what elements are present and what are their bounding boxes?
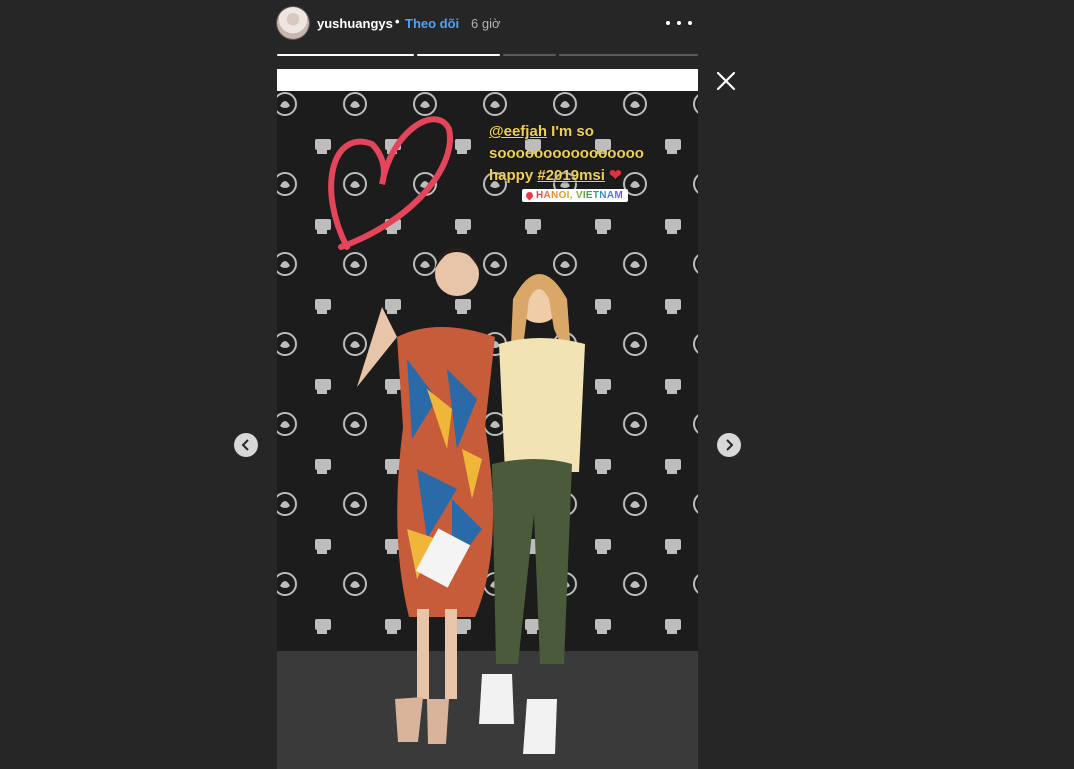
story-image[interactable]: @eefjah I'm so soooooooooooooooo happy #… (277, 69, 698, 769)
follow-button[interactable]: Theo dõi (405, 16, 459, 31)
location-pin-icon (524, 190, 535, 201)
story-header: yushuangys • Theo dõi 6 giờ (277, 6, 697, 40)
close-icon[interactable] (714, 69, 738, 93)
chevron-right-icon (726, 439, 734, 451)
heart-icon: ❤ (609, 167, 622, 184)
story-caption: @eefjah I'm so soooooooooooooooo happy #… (489, 121, 669, 187)
next-story-button[interactable] (717, 433, 741, 457)
caption-text-3: happy (489, 167, 534, 184)
avatar[interactable] (277, 7, 309, 39)
caption-text-1: I'm so (546, 123, 594, 140)
username[interactable]: yushuangys (317, 16, 393, 31)
progress-segment-4 (559, 54, 698, 56)
caption-mention[interactable]: @eefjah (489, 123, 547, 140)
caption-hashtag[interactable]: #2019msi (537, 167, 605, 184)
story-progress-bar (277, 54, 698, 56)
time-ago: 6 giờ (471, 16, 501, 31)
separator-dot: • (395, 14, 400, 29)
progress-segment-2 (417, 54, 501, 56)
previous-story-button[interactable] (234, 433, 258, 457)
location-sticker[interactable]: HANOI, VIETNAM (522, 189, 628, 202)
progress-segment-1 (277, 54, 414, 56)
progress-segment-3 (503, 54, 556, 56)
chevron-left-icon (241, 439, 249, 451)
location-text: HANOI, VIETNAM (536, 190, 623, 201)
more-options-icon[interactable] (666, 16, 692, 30)
caption-text-2: soooooooooooooooo (489, 145, 644, 162)
